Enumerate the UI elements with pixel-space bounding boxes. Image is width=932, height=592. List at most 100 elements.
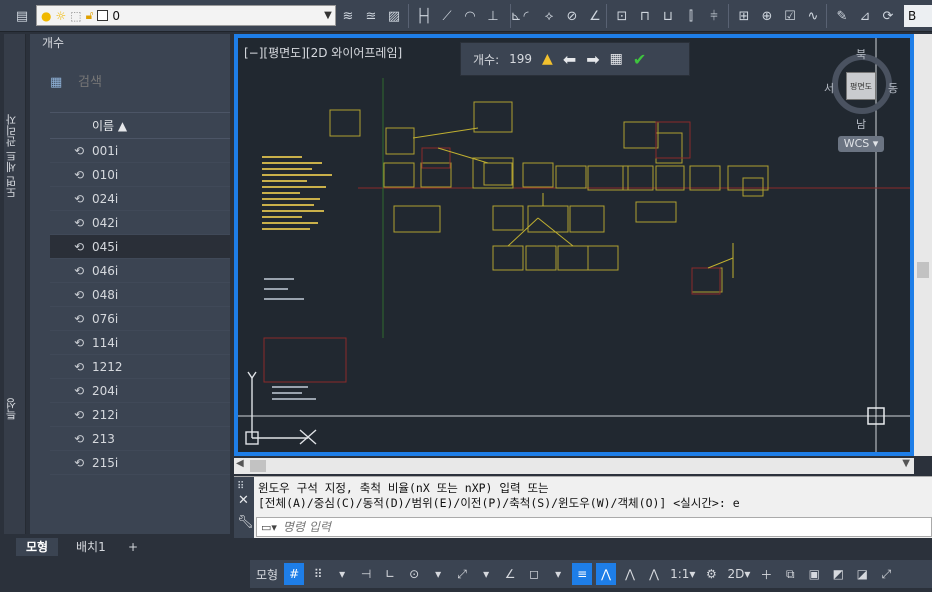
edit-dim-icon[interactable]: ✎ [832,6,852,26]
arc-length-icon[interactable]: ◠ [460,6,480,26]
chevron-down-icon[interactable]: ▾ [476,563,496,585]
warning-icon[interactable]: ▲ [542,51,553,67]
list-item[interactable]: ⟲ 204i [50,379,230,403]
viewcube-face[interactable]: 평면도 [846,72,876,100]
arrow-right-icon[interactable]: ➡ [586,50,599,69]
object-snap-icon[interactable]: ◻ [524,563,544,585]
inspect-icon[interactable]: ☑ [780,6,800,26]
search-input[interactable] [78,71,228,93]
grip-icon[interactable]: ⠿ [237,481,244,492]
quick-dim-icon[interactable]: ⊡ [612,6,632,26]
command-prompt-icon[interactable]: ▭▾ [261,521,277,534]
drawing-viewport[interactable]: [−][평면도][2D 와이어프레임] 개수: 199 ▲ ⬅ ➡ ▦ ✔ 평면… [234,34,914,456]
list-item[interactable]: ⟲ 010i [50,163,230,187]
hardware-accel-icon[interactable]: ▣ [804,563,824,585]
viewport-controls-label[interactable]: [−][평면도][2D 와이어프레임] [244,44,402,61]
scroll-down-icon[interactable]: ▼ [902,458,910,469]
ordinate-dim-icon[interactable]: ⊥ [483,6,503,26]
update-icon[interactable]: ⟳ [878,6,898,26]
chevron-down-icon[interactable]: ▾ [548,563,568,585]
list-item[interactable]: ⟲ 114i [50,331,230,355]
gear-icon[interactable]: ⚙ [701,563,721,585]
jogged-icon[interactable]: ⟡ [539,6,559,26]
list-item[interactable]: ⟲ 215i [50,451,230,475]
annotation-visibility-icon[interactable]: ⋀ [596,563,617,585]
scale-dropdown[interactable]: 1:1 ▾ [668,563,697,585]
center-mark-icon[interactable]: ⊕ [757,6,777,26]
list-item[interactable]: ⟲ 212i [50,403,230,427]
sun-icon[interactable]: ☼ [55,9,66,23]
list-item[interactable]: ⟲ 001i [50,139,230,163]
horizontal-scrollbar[interactable]: ◀ ▼ [234,458,914,474]
chevron-down-icon[interactable]: ▾ [332,563,352,585]
list-item[interactable]: ⟲ 076i [50,307,230,331]
wcs-menu[interactable]: WCS ▾ [838,136,884,152]
layer-dropdown[interactable]: ● ☼ ⬚ 🔓︎ 0 ▼ [36,5,336,26]
tab-add-layout[interactable]: + [118,538,148,556]
fullscreen-icon[interactable]: ⤢ [876,563,896,585]
tab-model[interactable]: 모형 [16,538,59,556]
column-header-name[interactable]: 이름 ▲ [50,113,230,139]
scroll-thumb[interactable] [250,460,266,472]
checkmark-icon[interactable]: ✔ [633,50,646,69]
infer-constraints-icon[interactable]: ⊣ [356,563,376,585]
quick-properties-icon[interactable]: ◩ [828,563,848,585]
list-item[interactable]: ⟲ 045i [50,235,230,259]
command-input[interactable] [282,520,883,534]
space-icon[interactable]: ⫿ [681,6,701,26]
vertical-scrollbar[interactable] [914,34,932,456]
arrow-left-icon[interactable]: ⬅ [563,50,576,69]
compass-north[interactable]: 북 [856,46,866,62]
close-icon[interactable]: ✕ [238,493,249,508]
aligned-dim-icon[interactable]: ⟋ [437,6,457,26]
layer-isolate-icon[interactable]: ▨ [384,6,404,26]
tolerance-icon[interactable]: ⊞ [734,6,754,26]
compass-south[interactable]: 남 [856,116,866,132]
list-item[interactable]: ⟲ 046i [50,259,230,283]
radius-icon[interactable]: ◜ [516,6,536,26]
auto-scale-icon[interactable]: ⋀ [620,563,640,585]
compass-east[interactable]: 동 [888,80,898,96]
lock-icon[interactable]: 🔓︎ [86,8,94,23]
wrench-icon[interactable]: 🔧︎ [237,515,254,530]
viewport-freeze-icon[interactable]: ⬚ [70,9,81,23]
list-item[interactable]: ⟲ 024i [50,187,230,211]
isodraft-icon[interactable]: ⤢ [452,563,472,585]
annotation-scale-icon[interactable]: ⋀ [644,563,664,585]
scroll-left-icon[interactable]: ◀ [236,458,244,469]
compass-west[interactable]: 서 [824,80,834,96]
table-insert-icon[interactable]: ▦ [610,51,623,67]
chevron-down-icon[interactable]: ▾ [428,563,448,585]
break-icon[interactable]: ⫩ [704,6,724,26]
jog-line-icon[interactable]: ∿ [803,6,823,26]
layer-previous-icon[interactable]: ≊ [361,6,381,26]
tab-sheet-set-manager[interactable]: 도면 세트 관리자 [4,96,26,216]
baseline-icon[interactable]: ⊓ [635,6,655,26]
list-item[interactable]: ⟲ 213 [50,427,230,451]
continue-icon[interactable]: ⊔ [658,6,678,26]
linear-dim-icon[interactable]: ├┤ [414,6,434,26]
polar-icon[interactable]: ⊙ [404,563,424,585]
grid-icon[interactable]: # [284,563,305,585]
model-space-button[interactable]: 모형 [254,563,280,585]
isolate-objects-icon[interactable]: ⧉ [780,563,800,585]
layer-match-icon[interactable]: ≋ [338,6,358,26]
list-item[interactable]: ⟲ 042i [50,211,230,235]
workspace-dropdown[interactable]: 2D ▾ [725,563,752,585]
ribbon-overflow[interactable]: B [904,5,932,27]
scroll-thumb[interactable] [917,262,929,278]
tab-properties[interactable]: 특성 [4,384,26,434]
chevron-down-icon[interactable]: ▼ [321,10,335,21]
diameter-icon[interactable]: ⊘ [562,6,582,26]
plus-icon[interactable]: ＋ [756,563,776,585]
ortho-icon[interactable]: ∟ [380,563,400,585]
graphics-perf-icon[interactable]: ◪ [852,563,872,585]
lineweight-icon[interactable]: ≡ [572,563,593,585]
list-item[interactable]: ⟲ 048i [50,283,230,307]
lightbulb-icon[interactable]: ● [41,9,51,23]
angular-icon[interactable]: ∠ [585,6,605,26]
snap-icon[interactable]: ⠿ [308,563,328,585]
text-angle-icon[interactable]: ⊿ [855,6,875,26]
tab-layout1[interactable]: 배치1 [66,538,116,556]
list-item[interactable]: ⟲ 1212 [50,355,230,379]
